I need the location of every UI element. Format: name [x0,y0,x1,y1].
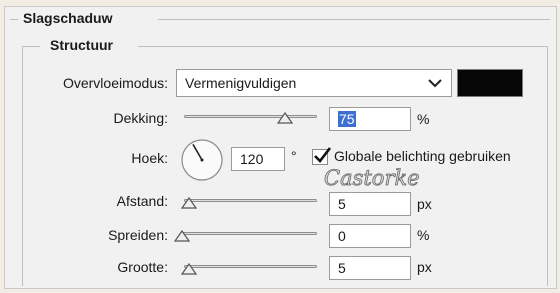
watermark-text: Castorke [324,166,420,190]
angle-value: 120 [240,151,264,167]
global-light-label[interactable]: Globale belichting gebruiken [334,148,511,164]
section-title: Structuur [45,37,118,53]
distance-slider-track[interactable] [184,199,317,202]
size-slider-track[interactable] [184,265,317,268]
opacity-input[interactable]: 75 [329,107,411,131]
spread-unit: % [417,227,430,243]
size-label: Grootte: [117,259,168,275]
global-light-checkbox[interactable] [312,147,332,165]
distance-unit: px [417,196,432,212]
section-rule-left [22,46,40,47]
spread-input[interactable]: 0 [329,224,411,248]
angle-unit: ° [291,148,297,164]
angle-input[interactable]: 120 [231,147,285,171]
blend-mode-select[interactable]: Vermenigvuldigen [176,69,452,97]
size-slider-thumb[interactable] [181,263,197,275]
size-unit: px [417,259,432,275]
distance-slider-thumb[interactable] [181,197,197,209]
spread-slider-thumb[interactable] [174,230,190,242]
section-rule-right [138,46,547,47]
distance-input[interactable]: 5 [329,192,411,216]
angle-label: Hoek: [131,150,168,166]
section-border-left [22,46,23,286]
size-input[interactable]: 5 [329,256,411,280]
opacity-label: Dekking: [113,110,168,126]
group-rule-right [158,19,550,20]
spread-value: 0 [338,228,346,244]
distance-value: 5 [338,196,346,212]
blend-mode-value: Vermenigvuldigen [185,75,297,91]
section-border-right [547,46,548,286]
shadow-color-swatch[interactable] [457,69,523,97]
opacity-unit: % [417,111,430,127]
spread-label: Spreiden: [108,227,168,243]
angle-dial-icon[interactable] [180,138,224,182]
distance-label: Afstand: [116,193,168,209]
group-rule-left [10,19,18,20]
blend-mode-label: Overvloeimodus: [62,75,168,91]
watermark: Castorke [324,166,420,190]
group-title: Slagschaduw [18,10,118,26]
opacity-slider-track[interactable] [184,115,317,118]
opacity-slider-thumb[interactable] [277,112,293,124]
size-value: 5 [338,260,346,276]
checkmark-icon [314,147,332,163]
spread-slider-track[interactable] [180,232,317,235]
chevron-down-icon [428,79,442,88]
opacity-value: 75 [338,111,356,127]
